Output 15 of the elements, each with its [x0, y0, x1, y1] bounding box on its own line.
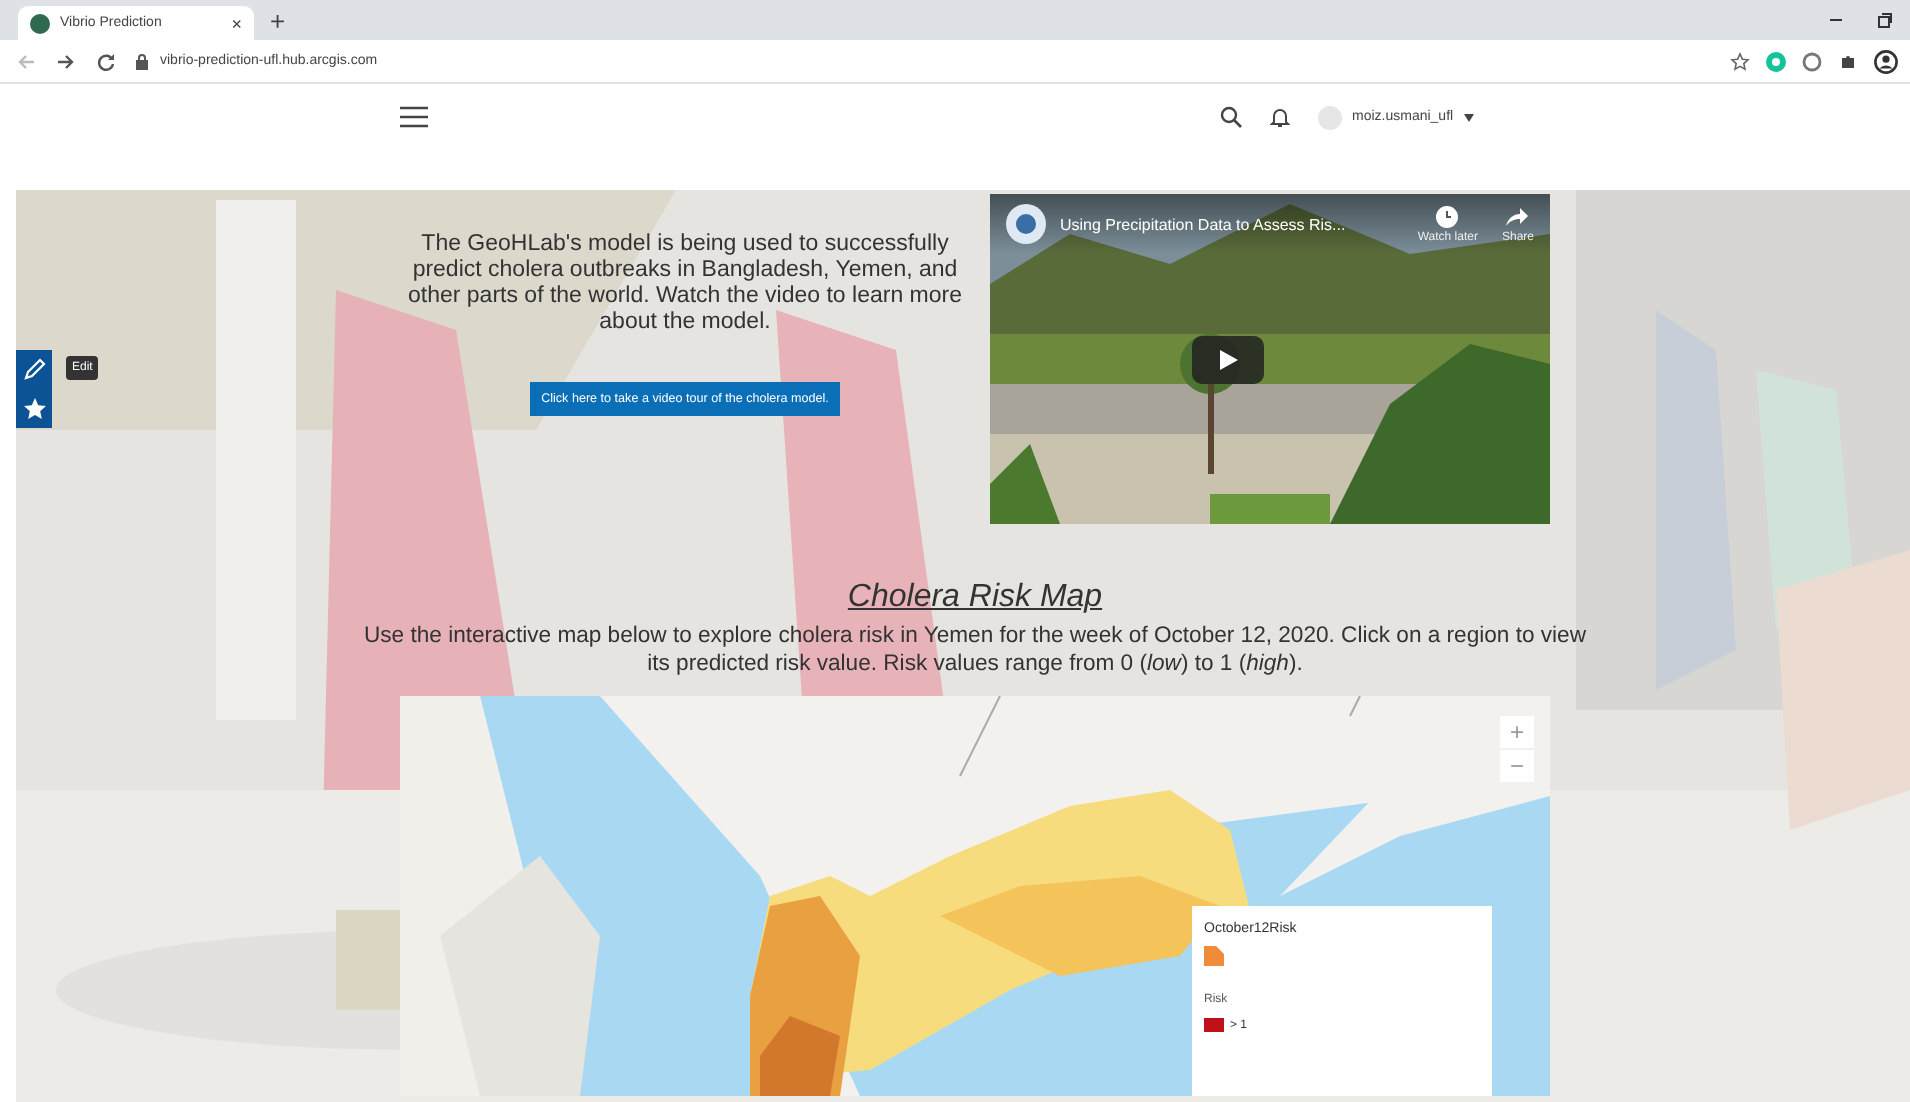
forward-icon[interactable] [56, 51, 76, 71]
search-icon[interactable] [1220, 106, 1242, 128]
caret-icon [1463, 113, 1474, 121]
close-button[interactable]: × [231, 13, 242, 33]
avatar-icon [1318, 105, 1342, 129]
star-icon[interactable] [1730, 51, 1750, 71]
menu-icon[interactable] [400, 106, 428, 128]
circle-icon[interactable] [1802, 51, 1822, 71]
reload-icon[interactable] [96, 51, 116, 71]
profile-icon[interactable] [1874, 49, 1898, 73]
restore-icon[interactable] [1874, 10, 1894, 30]
bell-icon[interactable] [1270, 106, 1290, 128]
globe-icon [30, 13, 50, 33]
new-tab-button[interactable]: + [270, 8, 286, 36]
lock-icon [136, 53, 148, 69]
